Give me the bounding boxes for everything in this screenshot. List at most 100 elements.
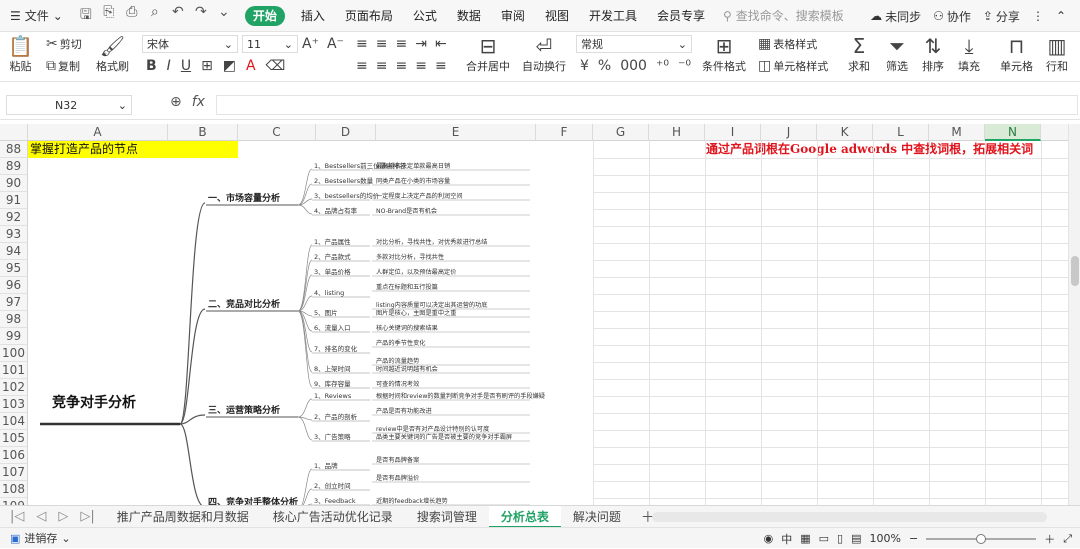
sum-button[interactable]: Σ 求和 [848,34,870,74]
save-icon[interactable]: 🖫 [79,4,93,28]
font-size-select[interactable]: 11 ⌄ [242,35,298,53]
sheet-tab[interactable]: 搜索词管理 [405,506,489,528]
zoom-level[interactable]: 100% [870,532,901,545]
row-header[interactable]: 97 [0,294,28,311]
row-header[interactable]: 91 [0,192,28,209]
tab-insert[interactable]: 插入 [291,0,335,32]
tab-data[interactable]: 数据 [447,0,491,32]
sheet-tab[interactable]: 解决问题 [561,506,633,528]
export-icon[interactable]: ⎘ [102,4,116,28]
tab-member[interactable]: 会员专享 [647,0,715,32]
redo-icon[interactable]: ↷ [194,4,208,28]
bold-icon[interactable]: B [146,58,157,74]
copy-button[interactable]: ⧉ 复制 [46,58,80,74]
outdent-icon[interactable]: ⇤ [435,36,447,52]
eraser-icon[interactable]: ⌫ [266,58,286,74]
last-sheet-icon[interactable]: ▷| [80,509,94,524]
column-header[interactable]: K [817,124,873,141]
undo-icon[interactable]: ↶ [171,4,185,28]
fit-window-icon[interactable]: ⤢ [1063,532,1072,546]
sheet-tab[interactable]: 推广产品周数据和月数据 [105,506,261,528]
align-center-icon[interactable]: ≡ [376,58,388,74]
italic-icon[interactable]: I [167,58,171,74]
cells-button[interactable]: ⊓ 单元格 [1000,34,1033,74]
align-right-icon[interactable]: ≡ [395,58,407,74]
vertical-scrollbar[interactable] [1068,124,1080,505]
share-button[interactable]: ⇪ 分享 [983,8,1020,25]
wrap-text-button[interactable]: ⏎ 自动换行 [522,34,566,74]
sheet-tab-active[interactable]: 分析总表 [488,505,561,528]
align-left-icon[interactable]: ≡ [356,58,368,74]
zoom-knob[interactable] [976,533,987,544]
merge-center-button[interactable]: ⊟ 合并居中 [466,34,510,74]
row-header[interactable]: 100 [0,345,28,362]
row-header[interactable]: 104 [0,413,28,430]
select-all-corner[interactable] [0,124,28,141]
format-painter-button[interactable]: 🖌 格式刷 [96,34,129,74]
row-header[interactable]: 101 [0,362,28,379]
eye-icon[interactable]: ◉ [764,532,774,545]
column-header[interactable]: H [649,124,705,141]
command-search[interactable]: ⚲ 查找命令、搜索模板 [723,7,844,24]
next-sheet-icon[interactable]: ▷ [58,509,68,524]
column-header[interactable]: B [168,124,238,141]
fx-icon[interactable]: fx [192,94,205,110]
column-header[interactable]: F [536,124,593,141]
row-header[interactable]: 99 [0,328,28,345]
column-header[interactable]: I [705,124,761,141]
tab-formulas[interactable]: 公式 [403,0,447,32]
scroll-thumb[interactable] [1071,256,1079,286]
fill-button[interactable]: ⤓ 填充 [958,34,980,74]
collab-button[interactable]: ⚇ 协作 [933,8,971,25]
column-header[interactable]: C [238,124,316,141]
indent-icon[interactable]: ⇥ [415,36,427,52]
row-header[interactable]: 105 [0,430,28,447]
sync-status-button[interactable]: ☁ 未同步 [870,8,921,25]
more-options-icon[interactable]: ⋮ [1032,9,1044,23]
row-header[interactable]: 94 [0,243,28,260]
tab-review[interactable]: 审阅 [491,0,535,32]
row-header[interactable]: 107 [0,464,28,481]
number-format-select[interactable]: 常规 ⌄ [576,35,692,53]
reading-view-icon[interactable]: ▤ [851,532,861,545]
horizontal-scrollbar[interactable] [652,512,1047,522]
decrease-font-icon[interactable]: A⁻ [327,36,344,52]
thousands-icon[interactable]: 000 [620,58,647,74]
align-bottom-icon[interactable]: ≡ [395,36,407,52]
fill-color-icon[interactable]: ◩ [223,58,236,74]
row-header[interactable]: 108 [0,481,28,498]
tab-page-layout[interactable]: 页面布局 [335,0,403,32]
font-color-icon[interactable]: A [246,58,256,74]
font-name-select[interactable]: 宋体 ⌄ [142,35,238,53]
tab-home[interactable]: 开始 [244,5,285,26]
row-header[interactable]: 92 [0,209,28,226]
row-header[interactable]: 95 [0,260,28,277]
border-icon[interactable]: ⊞ [201,58,213,74]
column-header[interactable]: A [28,124,168,141]
percent-icon[interactable]: % [598,58,611,74]
collapse-ribbon-icon[interactable]: ⌃ [1056,9,1066,23]
page-layout-view-icon[interactable]: ▭ [819,532,829,545]
rows-cols-button[interactable]: ▥ 行和 [1046,34,1068,74]
align-middle-icon[interactable]: ≡ [376,36,388,52]
row-header[interactable]: 89 [0,158,28,175]
conditional-format-button[interactable]: ⊞ 条件格式 [702,34,746,74]
sheet-tab[interactable]: 核心广告活动优化记录 [261,506,405,528]
sort-button[interactable]: ⇅ 排序 [922,34,944,74]
increase-font-icon[interactable]: A⁺ [302,36,319,52]
column-header[interactable]: J [761,124,817,141]
tab-developer[interactable]: 开发工具 [579,0,647,32]
more-icon[interactable]: ⌄ [217,4,231,28]
row-header[interactable]: 90 [0,175,28,192]
column-header[interactable]: D [316,124,376,141]
zoom-icon[interactable]: ⊕ [170,94,182,110]
cut-button[interactable]: ✂ 剪切 [46,36,82,52]
file-menu[interactable]: ☰ 文件 ⌄ [0,7,71,24]
row-header[interactable]: 93 [0,226,28,243]
preview-icon[interactable]: ⌕ [148,4,162,28]
mind-map-image[interactable]: 竞争对手分析 一、市场容量分析1、Bestsellers前三位最高排名最高排名决… [30,159,592,505]
row-header[interactable]: 102 [0,379,28,396]
page-break-view-icon[interactable]: ▯ [837,532,843,545]
macro-label[interactable]: 进销存 [24,530,57,546]
first-sheet-icon[interactable]: |◁ [10,509,24,524]
